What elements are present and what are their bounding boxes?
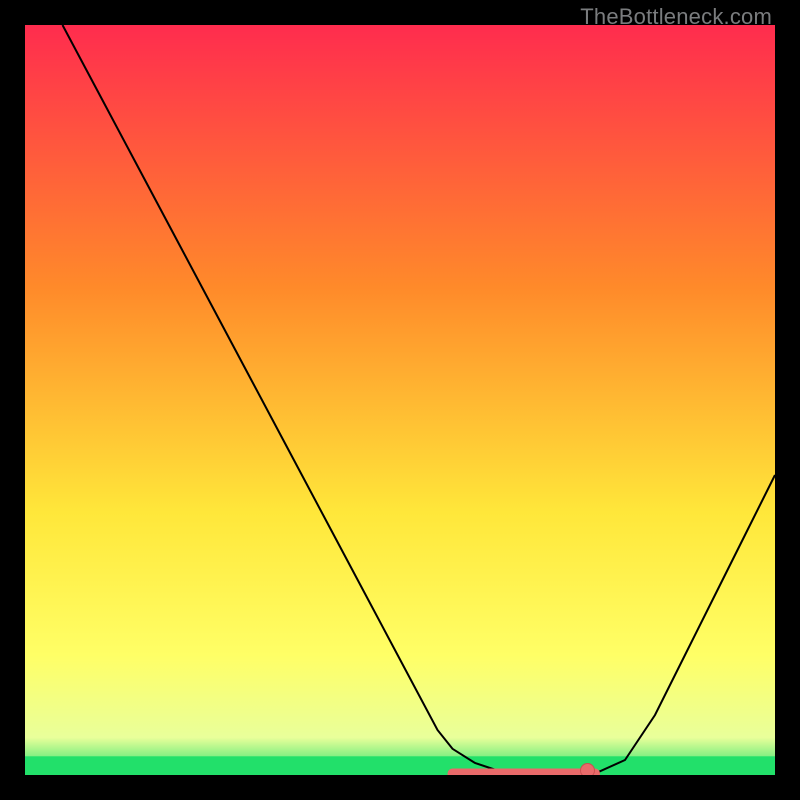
optimal-point-marker	[581, 764, 595, 776]
bottleneck-chart	[25, 25, 775, 775]
gradient-background	[25, 25, 775, 775]
green-baseline-band	[25, 756, 775, 775]
chart-frame	[25, 25, 775, 775]
